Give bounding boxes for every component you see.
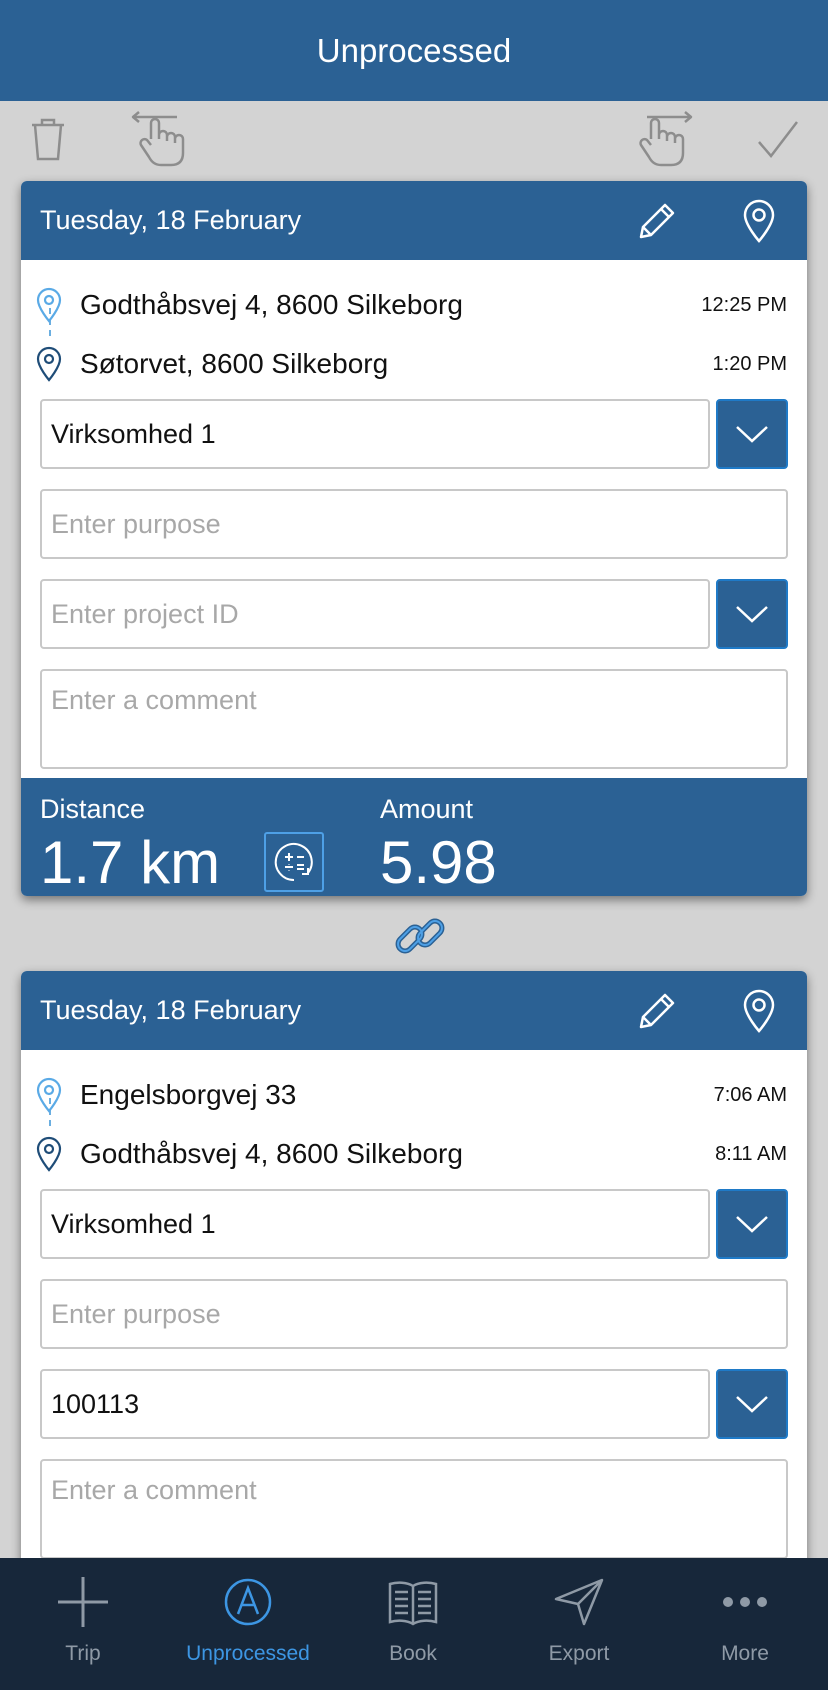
project-dropdown-button[interactable] (716, 1369, 788, 1439)
route-start: Godthåbsvej 4, 8600 Silkeborg 12:25 PM (21, 280, 807, 330)
comment-row: Enter a comment (40, 669, 788, 769)
trash-icon[interactable] (16, 107, 80, 171)
tab-export[interactable]: Export (496, 1558, 662, 1690)
chevron-down-icon (736, 1216, 768, 1233)
company-field[interactable]: Virksomhed 1 (40, 1189, 710, 1259)
page-title: Unprocessed (316, 31, 512, 69)
start-pin-icon (36, 287, 62, 323)
distance-value: 1.7 km (40, 829, 221, 896)
page-header: Unprocessed (0, 0, 828, 101)
project-select-row: 100113 (40, 1369, 788, 1439)
start-time: 12:25 PM (701, 293, 787, 316)
end-time: 8:11 AM (715, 1142, 787, 1165)
comment-input[interactable]: Enter a comment (40, 1459, 788, 1559)
tab-label: Trip (65, 1642, 101, 1665)
more-dots-icon (715, 1572, 775, 1632)
company-field[interactable]: Virksomhed 1 (40, 399, 710, 469)
link-icon[interactable] (392, 908, 448, 964)
project-id-input[interactable]: Enter project ID (40, 579, 710, 649)
comment-input[interactable]: Enter a comment (40, 669, 788, 769)
trip-card: Tuesday, 18 February Godthåbsvej 4, 8600… (21, 181, 807, 896)
end-time: 1:20 PM (712, 352, 787, 375)
tab-label: Unprocessed (186, 1642, 310, 1665)
start-time: 7:06 AM (713, 1083, 787, 1106)
start-address: Godthåbsvej 4, 8600 Silkeborg (80, 289, 463, 320)
purpose-row: Enter purpose (40, 1279, 788, 1349)
end-pin-icon (36, 346, 62, 382)
action-toolbar (0, 101, 828, 179)
end-pin-icon (36, 1136, 62, 1172)
purpose-row: Enter purpose (40, 489, 788, 559)
company-dropdown-button[interactable] (716, 399, 788, 469)
project-dropdown-button[interactable] (716, 579, 788, 649)
company-dropdown-button[interactable] (716, 1189, 788, 1259)
trip-date: Tuesday, 18 February (40, 205, 302, 235)
amount-value: 5.98 (380, 829, 497, 896)
tab-more[interactable]: More (662, 1558, 828, 1690)
end-address: Søtorvet, 8600 Silkeborg (80, 348, 389, 379)
route-end: Søtorvet, 8600 Silkeborg 1:20 PM (21, 339, 807, 389)
route-end: Godthåbsvej 4, 8600 Silkeborg 8:11 AM (21, 1129, 807, 1179)
map-pin-icon[interactable] (734, 986, 784, 1036)
pencil-icon[interactable] (632, 986, 682, 1036)
end-address: Godthåbsvej 4, 8600 Silkeborg (80, 1138, 463, 1169)
tab-label: Export (548, 1642, 610, 1665)
trip-card: Tuesday, 18 February Engelsborgvej 33 7:… (21, 971, 807, 1591)
route-start: Engelsborgvej 33 7:06 AM (21, 1070, 807, 1120)
chevron-down-icon (736, 606, 768, 623)
project-id-input[interactable]: 100113 (40, 1369, 710, 1439)
start-pin-icon (36, 1077, 62, 1113)
paper-plane-icon (549, 1572, 609, 1632)
comment-row: Enter a comment (40, 1459, 788, 1559)
trip-summary: Distance 1.7 km Amount 5.98 (21, 778, 807, 896)
map-pin-icon[interactable] (734, 196, 784, 246)
swipe-left-hand-icon[interactable] (128, 107, 196, 171)
calculator-icon[interactable] (264, 832, 324, 892)
distance-label: Distance (40, 794, 146, 824)
trip-route: Engelsborgvej 33 7:06 AM Godthåbsvej 4, … (21, 1050, 807, 1172)
company-select-row: Virksomhed 1 (40, 399, 788, 469)
trip-date: Tuesday, 18 February (40, 995, 302, 1025)
chevron-down-icon (736, 426, 768, 443)
chevron-down-icon (736, 1396, 768, 1413)
tab-unprocessed[interactable]: Unprocessed (165, 1558, 331, 1690)
project-select-row: Enter project ID (40, 579, 788, 649)
tab-label: Book (389, 1642, 437, 1665)
purpose-input[interactable]: Enter purpose (40, 1279, 788, 1349)
trip-route: Godthåbsvej 4, 8600 Silkeborg 12:25 PM S… (21, 260, 807, 382)
trip-card-header: Tuesday, 18 February (21, 971, 807, 1050)
checkmark-icon[interactable] (746, 107, 810, 171)
pencil-icon[interactable] (632, 196, 682, 246)
tab-label: More (721, 1642, 769, 1665)
company-select-row: Virksomhed 1 (40, 1189, 788, 1259)
tab-trip[interactable]: Trip (0, 1558, 166, 1690)
plus-icon (53, 1572, 113, 1632)
purpose-input[interactable]: Enter purpose (40, 489, 788, 559)
tab-book[interactable]: Book (330, 1558, 496, 1690)
circle-a-icon (218, 1572, 278, 1632)
trip-card-header: Tuesday, 18 February (21, 181, 807, 260)
tab-bar: Trip Unprocessed Book Export More (0, 1558, 828, 1690)
amount-label: Amount (380, 794, 474, 824)
book-icon (383, 1572, 443, 1632)
start-address: Engelsborgvej 33 (80, 1079, 297, 1110)
swipe-right-hand-icon[interactable] (628, 107, 696, 171)
